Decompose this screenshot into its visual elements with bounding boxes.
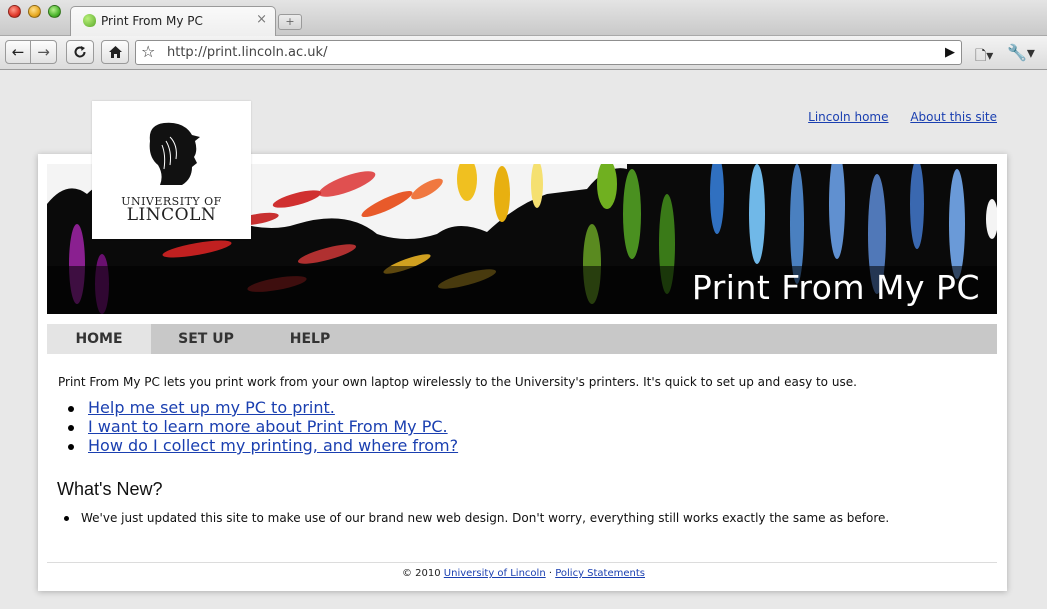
top-links: Lincoln home About this site (790, 110, 997, 124)
help-links-list: Help me set up my PC to print. I want to… (68, 398, 458, 455)
footer-separator: · (545, 568, 556, 579)
university-link[interactable]: University of Lincoln (444, 568, 546, 579)
university-logo: UNIVERSITY OF LINCOLN (92, 101, 251, 239)
nav-set-up[interactable]: SET UP (151, 324, 261, 354)
tab-close-icon[interactable]: × (256, 12, 267, 27)
minerva-head-icon (149, 122, 200, 185)
copyright-text: © 2010 (401, 568, 444, 579)
browser-tab[interactable]: Print From My PC × (70, 6, 276, 37)
lincoln-home-link[interactable]: Lincoln home (808, 110, 888, 124)
intro-text: Print From My PC lets you print work fro… (58, 375, 857, 389)
go-icon[interactable]: ▶ (945, 45, 955, 60)
url-text[interactable]: http://print.lincoln.ac.uk/ (167, 45, 327, 60)
footer: © 2010 University of Lincoln · Policy St… (0, 568, 1047, 579)
learn-more-link[interactable]: I want to learn more about Print From My… (88, 417, 448, 436)
window-zoom-button[interactable] (48, 5, 61, 18)
about-site-link[interactable]: About this site (910, 110, 997, 124)
banner-title: Print From My PC (691, 268, 980, 307)
new-tab-button[interactable]: + (278, 14, 302, 30)
window-close-button[interactable] (8, 5, 21, 18)
policy-link[interactable]: Policy Statements (555, 568, 645, 579)
page-menu-icon[interactable]: 🗋▾ (975, 45, 993, 69)
news-item: We've just updated this site to make use… (64, 511, 889, 525)
reload-icon (74, 46, 86, 58)
address-bar[interactable]: ☆ http://print.lincoln.ac.uk/ ▶ (135, 40, 962, 65)
whats-new-heading: What's New? (57, 479, 163, 499)
list-item: How do I collect my printing, and where … (68, 436, 458, 455)
wrench-menu-icon[interactable]: 🔧▾ (1007, 43, 1035, 62)
forward-button[interactable]: → (30, 40, 57, 64)
window-minimize-button[interactable] (28, 5, 41, 18)
reload-button[interactable] (66, 40, 94, 64)
list-item: Help me set up my PC to print. (68, 398, 458, 417)
tab-title: Print From My PC (101, 14, 203, 28)
nav-help[interactable]: HELP (261, 324, 359, 354)
browser-titlebar: Print From My PC × + (0, 0, 1047, 37)
logo-text-lincoln: LINCOLN (126, 205, 217, 225)
bookmark-star-icon[interactable]: ☆ (141, 42, 155, 61)
browser-toolbar: ← → ☆ http://print.lincoln.ac.uk/ ▶ 🗋▾ 🔧… (0, 36, 1047, 70)
favicon-icon (83, 14, 96, 27)
home-button[interactable] (101, 40, 129, 64)
news-list: We've just updated this site to make use… (64, 511, 889, 525)
collect-printing-link[interactable]: How do I collect my printing, and where … (88, 436, 458, 455)
nav-home[interactable]: HOME (47, 324, 151, 354)
setup-pc-link[interactable]: Help me set up my PC to print. (88, 398, 335, 417)
back-button[interactable]: ← (5, 40, 31, 64)
home-icon (108, 46, 122, 58)
main-nav: HOME SET UP HELP (47, 324, 997, 354)
list-item: I want to learn more about Print From My… (68, 417, 458, 436)
footer-divider (47, 562, 997, 563)
